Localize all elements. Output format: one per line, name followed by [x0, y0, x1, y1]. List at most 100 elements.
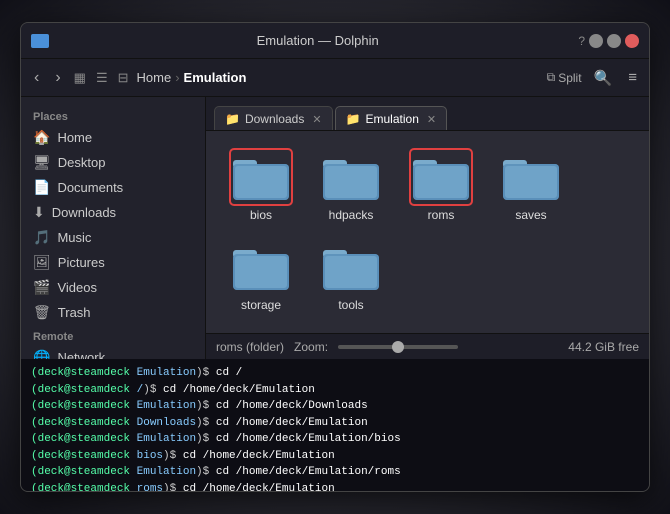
sidebar-item-network[interactable]: 🌐 Network — [21, 345, 205, 359]
folder-icon-storage — [231, 240, 291, 294]
file-item-saves[interactable]: saves — [491, 146, 571, 226]
downloads-icon: ⬇ — [33, 204, 45, 221]
sidebar-item-documents[interactable]: 📄 Documents — [21, 175, 205, 200]
breadcrumb-emulation[interactable]: Emulation — [184, 70, 247, 85]
home-icon: 🏠 — [33, 129, 50, 146]
menu-button[interactable]: ≡ — [624, 67, 641, 88]
statusbar: roms (folder) Zoom: 44.2 GiB free — [206, 333, 649, 359]
desktop-icon: 🖥 — [33, 154, 51, 171]
toolbar: ‹ › ▦ ☰ ⊟ Home › Emulation ⧉ Split 🔍 ≡ — [21, 59, 649, 97]
file-item-bios[interactable]: bios — [221, 146, 301, 226]
folder-svg-roms — [411, 150, 471, 204]
minimize-button[interactable] — [589, 34, 603, 48]
folder-svg-storage — [231, 240, 291, 294]
toolbar-right: ⧉ Split 🔍 ≡ — [547, 67, 641, 89]
term-line-7: (deck@steamdeck Emulation)$ cd /home/dec… — [31, 464, 639, 481]
documents-icon: 📄 — [33, 179, 50, 196]
back-button[interactable]: ‹ — [29, 67, 44, 89]
titlebar: Emulation — Dolphin ? — [21, 23, 649, 59]
maximize-button[interactable] — [607, 34, 621, 48]
file-label-tools: tools — [338, 298, 363, 312]
sidebar-section-remote: Remote — [21, 325, 205, 345]
main-window: Emulation — Dolphin ? ‹ › ▦ ☰ ⊟ Home › E… — [20, 22, 650, 492]
sidebar-item-home[interactable]: 🏠 Home — [21, 125, 205, 150]
videos-icon: 🎬 — [33, 279, 50, 296]
forward-button[interactable]: › — [50, 67, 65, 89]
folder-icon-bios — [231, 150, 291, 204]
sidebar-item-home-label: Home — [57, 130, 92, 145]
sidebar-item-music[interactable]: 🎵 Music — [21, 225, 205, 250]
folder-icon-roms — [411, 150, 471, 204]
zoom-slider[interactable] — [338, 345, 458, 349]
file-label-storage: storage — [241, 298, 281, 312]
view-icon-compact: ⊟ — [118, 70, 129, 86]
sidebar-item-desktop[interactable]: 🖥 Desktop — [21, 150, 205, 175]
tab-downloads-icon: 📁 — [225, 112, 240, 126]
split-icon: ⧉ — [547, 70, 556, 85]
tab-emulation-close[interactable]: ✕ — [427, 113, 436, 126]
term-line-3: (deck@steamdeck Emulation)$ cd /home/dec… — [31, 398, 639, 415]
terminal[interactable]: (deck@steamdeck Emulation)$ cd / (deck@s… — [21, 359, 649, 491]
term-line-4: (deck@steamdeck Downloads)$ cd /home/dec… — [31, 415, 639, 432]
sidebar-item-pictures[interactable]: 🖼 Pictures — [21, 250, 205, 275]
close-button[interactable] — [625, 34, 639, 48]
folder-icon-saves — [501, 150, 561, 204]
folder-svg-saves — [501, 150, 561, 204]
file-grid: bios hdpacks — [206, 131, 649, 333]
breadcrumb: Home › Emulation — [137, 70, 247, 85]
sidebar-item-videos[interactable]: 🎬 Videos — [21, 275, 205, 300]
sidebar-item-trash[interactable]: 🗑 Trash — [21, 300, 205, 325]
app-icon — [31, 34, 49, 48]
file-label-hdpacks: hdpacks — [329, 208, 374, 222]
folder-svg-bios — [231, 150, 291, 204]
term-line-8: (deck@steamdeck roms)$ cd /home/deck/Emu… — [31, 481, 639, 492]
free-space: 44.2 GiB free — [568, 340, 639, 354]
file-item-hdpacks[interactable]: hdpacks — [311, 146, 391, 226]
sidebar-section-places: Places — [21, 105, 205, 125]
search-button[interactable]: 🔍 — [590, 67, 617, 89]
tab-downloads-close[interactable]: ✕ — [312, 113, 321, 126]
term-line-1: (deck@steamdeck Emulation)$ cd / — [31, 365, 639, 382]
file-label-bios: bios — [250, 208, 272, 222]
sidebar: Places 🏠 Home 🖥 Desktop 📄 Documents ⬇ Do… — [21, 97, 206, 359]
folder-icon-hdpacks — [321, 150, 381, 204]
file-item-tools[interactable]: tools — [311, 236, 391, 316]
zoom-label: Zoom: — [294, 340, 328, 354]
split-button[interactable]: ⧉ Split — [547, 70, 582, 85]
trash-icon: 🗑 — [33, 304, 51, 321]
sidebar-item-documents-label: Documents — [57, 180, 123, 195]
tab-emulation-label: Emulation — [366, 112, 419, 126]
breadcrumb-sep-1: › — [175, 70, 179, 85]
folder-svg-tools — [321, 240, 381, 294]
view-icon-grid: ▦ — [74, 70, 86, 86]
music-icon: 🎵 — [33, 229, 50, 246]
file-label-roms: roms — [428, 208, 455, 222]
tab-emulation[interactable]: 📁 Emulation ✕ — [335, 106, 448, 130]
view-icon-list: ☰ — [96, 70, 108, 86]
file-item-roms[interactable]: roms — [401, 146, 481, 226]
tab-downloads-label: Downloads — [245, 112, 304, 126]
file-item-storage[interactable]: storage — [221, 236, 301, 316]
window-controls: ? — [578, 34, 639, 48]
main-area: Places 🏠 Home 🖥 Desktop 📄 Documents ⬇ Do… — [21, 97, 649, 359]
tab-downloads[interactable]: 📁 Downloads ✕ — [214, 106, 333, 130]
sidebar-item-downloads[interactable]: ⬇ Downloads — [21, 200, 205, 225]
term-line-6: (deck@steamdeck bios)$ cd /home/deck/Emu… — [31, 448, 639, 465]
sidebar-item-videos-label: Videos — [57, 280, 97, 295]
statusbar-info: roms (folder) — [216, 340, 284, 354]
breadcrumb-home[interactable]: Home — [137, 70, 172, 85]
split-label: Split — [558, 71, 581, 85]
window-title: Emulation — Dolphin — [57, 33, 578, 48]
content-area: 📁 Downloads ✕ 📁 Emulation ✕ — [206, 97, 649, 359]
tab-emulation-icon: 📁 — [346, 112, 361, 126]
tab-bar: 📁 Downloads ✕ 📁 Emulation ✕ — [206, 97, 649, 131]
file-label-saves: saves — [515, 208, 546, 222]
folder-svg-hdpacks — [321, 150, 381, 204]
term-line-5: (deck@steamdeck Emulation)$ cd /home/dec… — [31, 431, 639, 448]
sidebar-item-pictures-label: Pictures — [58, 255, 105, 270]
pictures-icon: 🖼 — [33, 254, 51, 271]
help-button[interactable]: ? — [578, 34, 585, 48]
sidebar-item-downloads-label: Downloads — [52, 205, 116, 220]
network-icon: 🌐 — [33, 349, 50, 359]
sidebar-item-network-label: Network — [57, 350, 105, 359]
